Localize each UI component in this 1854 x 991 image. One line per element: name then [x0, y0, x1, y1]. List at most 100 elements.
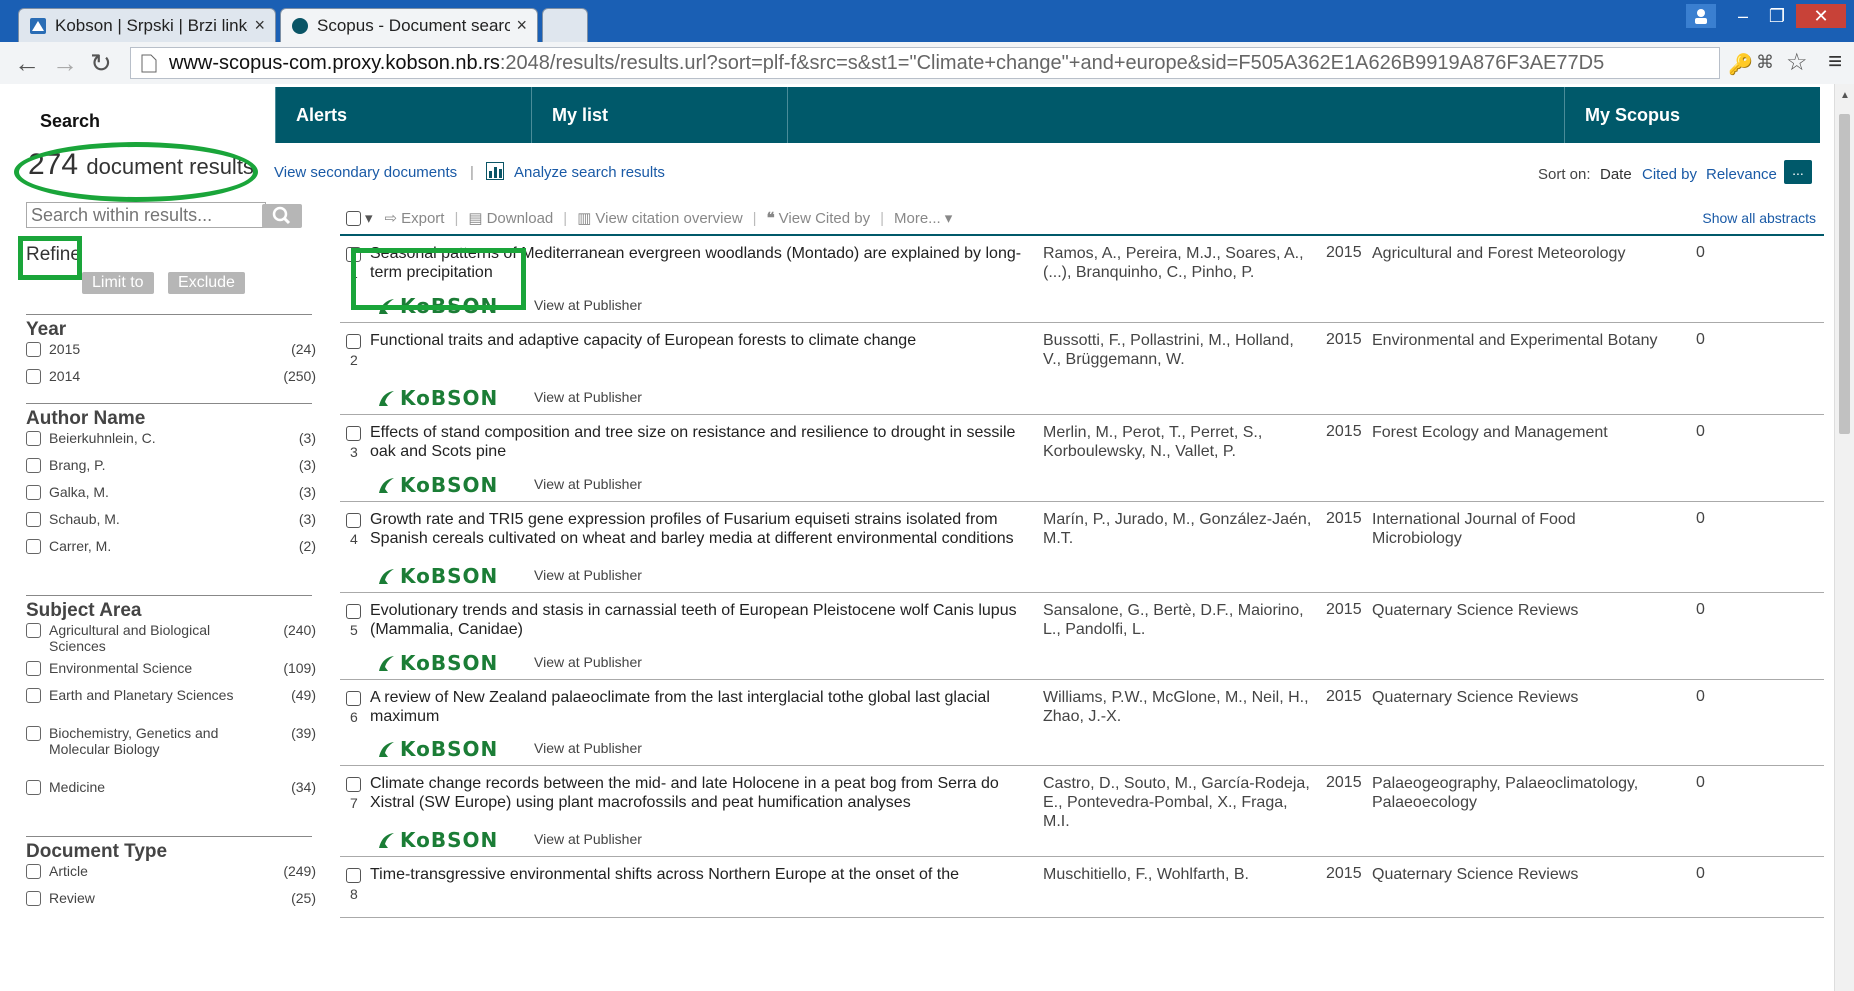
export-button[interactable]: Export: [401, 210, 444, 227]
facet-item[interactable]: Review (25): [26, 890, 316, 917]
select-all-checkbox[interactable]: [346, 210, 361, 226]
download-button[interactable]: Download: [487, 210, 554, 227]
result-cited-count[interactable]: 0: [1696, 774, 1705, 792]
more-button[interactable]: More...: [894, 210, 941, 227]
result-source[interactable]: Quaternary Science Reviews: [1372, 601, 1662, 620]
limit-to-button[interactable]: Limit to: [82, 272, 154, 294]
result-authors[interactable]: Muschitiello, F., Wohlfarth, B.: [1043, 865, 1313, 884]
result-authors[interactable]: Williams, P.W., McGlone, M., Neil, H., Z…: [1043, 688, 1313, 726]
bookmark-star-icon[interactable]: ☆: [1786, 48, 1808, 77]
view-at-publisher-link[interactable]: View at Publisher: [534, 389, 642, 405]
facet-checkbox[interactable]: [26, 458, 41, 473]
result-title[interactable]: Effects of stand composition and tree si…: [370, 423, 1025, 461]
result-title[interactable]: Climate change records between the mid- …: [370, 774, 1025, 812]
kobson-link[interactable]: KoBSON: [376, 651, 498, 675]
result-title[interactable]: Evolutionary trends and stasis in carnas…: [370, 601, 1025, 639]
address-bar[interactable]: www-scopus-com.proxy.kobson.nb.rs:2048/r…: [130, 47, 1720, 79]
result-title[interactable]: Time-transgressive environmental shifts …: [370, 865, 1025, 884]
forward-arrow-icon[interactable]: →: [52, 48, 78, 79]
kobson-link[interactable]: KoBSON: [376, 828, 498, 852]
sort-cited-by[interactable]: Cited by: [1642, 166, 1697, 183]
result-authors[interactable]: Ramos, A., Pereira, M.J., Soares, A., (.…: [1043, 244, 1313, 282]
back-arrow-icon[interactable]: ←: [14, 48, 40, 79]
view-secondary-link[interactable]: View secondary documents: [274, 164, 457, 181]
facet-checkbox[interactable]: [26, 780, 41, 795]
result-source[interactable]: Environmental and Experimental Botany: [1372, 331, 1662, 350]
result-source[interactable]: Quaternary Science Reviews: [1372, 688, 1662, 707]
result-title[interactable]: Functional traits and adaptive capacity …: [370, 331, 1025, 350]
result-source[interactable]: Palaeogeography, Palaeoclimatology, Pala…: [1372, 774, 1662, 812]
facet-checkbox[interactable]: [26, 512, 41, 527]
result-source[interactable]: International Journal of Food Microbiolo…: [1372, 510, 1662, 548]
tab-scopus[interactable]: Scopus - Document search results ×: [280, 8, 538, 42]
facet-item[interactable]: Galka, M. (3): [26, 484, 316, 511]
facet-checkbox[interactable]: [26, 539, 41, 554]
facet-checkbox[interactable]: [26, 864, 41, 879]
result-source[interactable]: Quaternary Science Reviews: [1372, 865, 1662, 884]
kobson-link[interactable]: KoBSON: [376, 473, 498, 497]
facet-checkbox[interactable]: [26, 688, 41, 703]
extension-icon[interactable]: 🔑: [1728, 52, 1753, 77]
sort-date[interactable]: Date: [1600, 166, 1632, 183]
result-authors[interactable]: Marín, P., Jurado, M., González-Jaén, M.…: [1043, 510, 1313, 548]
facet-checkbox[interactable]: [26, 431, 41, 446]
result-checkbox[interactable]: [346, 691, 361, 706]
translate-icon[interactable]: ⌘: [1756, 52, 1774, 73]
show-all-abstracts-link[interactable]: Show all abstracts: [1702, 210, 1816, 226]
facet-item[interactable]: Medicine (34): [26, 779, 316, 806]
kobson-link[interactable]: KoBSON: [376, 564, 498, 588]
close-icon[interactable]: ×: [254, 15, 265, 36]
result-cited-count[interactable]: 0: [1696, 865, 1705, 883]
scrollbar[interactable]: ▲: [1834, 84, 1854, 991]
result-authors[interactable]: Bussotti, F., Pollastrini, M., Holland, …: [1043, 331, 1313, 369]
facet-item[interactable]: Article (249): [26, 863, 316, 890]
search-within-input[interactable]: [26, 202, 266, 228]
result-cited-count[interactable]: 0: [1696, 601, 1705, 619]
facet-item[interactable]: Beierkuhnlein, C. (3): [26, 430, 316, 457]
citation-overview-button[interactable]: View citation overview: [595, 210, 742, 227]
result-authors[interactable]: Merlin, M., Perot, T., Perret, S., Korbo…: [1043, 423, 1313, 461]
result-checkbox[interactable]: [346, 777, 361, 792]
view-cited-by-button[interactable]: View Cited by: [779, 210, 870, 227]
nav-search[interactable]: Search: [20, 87, 276, 143]
result-cited-count[interactable]: 0: [1696, 331, 1705, 349]
facet-checkbox[interactable]: [26, 891, 41, 906]
result-checkbox[interactable]: [346, 334, 361, 349]
view-at-publisher-link[interactable]: View at Publisher: [534, 297, 642, 313]
facet-item[interactable]: Biochemistry, Genetics and Molecular Bio…: [26, 725, 316, 779]
view-at-publisher-link[interactable]: View at Publisher: [534, 831, 642, 847]
result-authors[interactable]: Castro, D., Souto, M., García-Rodeja, E.…: [1043, 774, 1313, 831]
maximize-icon[interactable]: ❐: [1762, 4, 1792, 28]
result-cited-count[interactable]: 0: [1696, 510, 1705, 528]
result-checkbox[interactable]: [346, 426, 361, 441]
result-cited-count[interactable]: 0: [1696, 423, 1705, 441]
view-at-publisher-link[interactable]: View at Publisher: [534, 740, 642, 756]
minimize-icon[interactable]: –: [1728, 4, 1758, 28]
result-cited-count[interactable]: 0: [1696, 688, 1705, 706]
facet-item[interactable]: Schaub, M. (3): [26, 511, 316, 538]
facet-item[interactable]: Carrer, M. (2): [26, 538, 316, 565]
chevron-down-icon[interactable]: ▾: [365, 209, 373, 227]
scroll-up-icon[interactable]: ▲: [1840, 90, 1850, 101]
facet-item[interactable]: Brang, P. (3): [26, 457, 316, 484]
kobson-link[interactable]: KoBSON: [376, 386, 498, 410]
result-checkbox[interactable]: [346, 868, 361, 883]
result-source[interactable]: Forest Ecology and Management: [1372, 423, 1662, 442]
facet-checkbox[interactable]: [26, 369, 41, 384]
new-tab-button[interactable]: [542, 8, 588, 42]
reload-icon[interactable]: ↻: [90, 48, 112, 79]
scroll-thumb[interactable]: [1839, 114, 1850, 434]
facet-checkbox[interactable]: [26, 726, 41, 741]
facet-item[interactable]: Environmental Science (109): [26, 660, 316, 687]
close-window-icon[interactable]: ✕: [1796, 4, 1846, 28]
result-source[interactable]: Agricultural and Forest Meteorology: [1372, 244, 1662, 263]
result-title[interactable]: A review of New Zealand palaeoclimate fr…: [370, 688, 1025, 726]
close-icon[interactable]: ×: [516, 15, 527, 36]
result-checkbox[interactable]: [346, 513, 361, 528]
kobson-link[interactable]: KoBSON: [376, 737, 498, 761]
nav-alerts[interactable]: Alerts: [276, 87, 532, 143]
user-icon[interactable]: [1686, 4, 1716, 28]
search-button[interactable]: [262, 204, 302, 228]
analyze-results-link[interactable]: Analyze search results: [514, 164, 665, 181]
sort-more-button[interactable]: ...: [1784, 160, 1812, 184]
